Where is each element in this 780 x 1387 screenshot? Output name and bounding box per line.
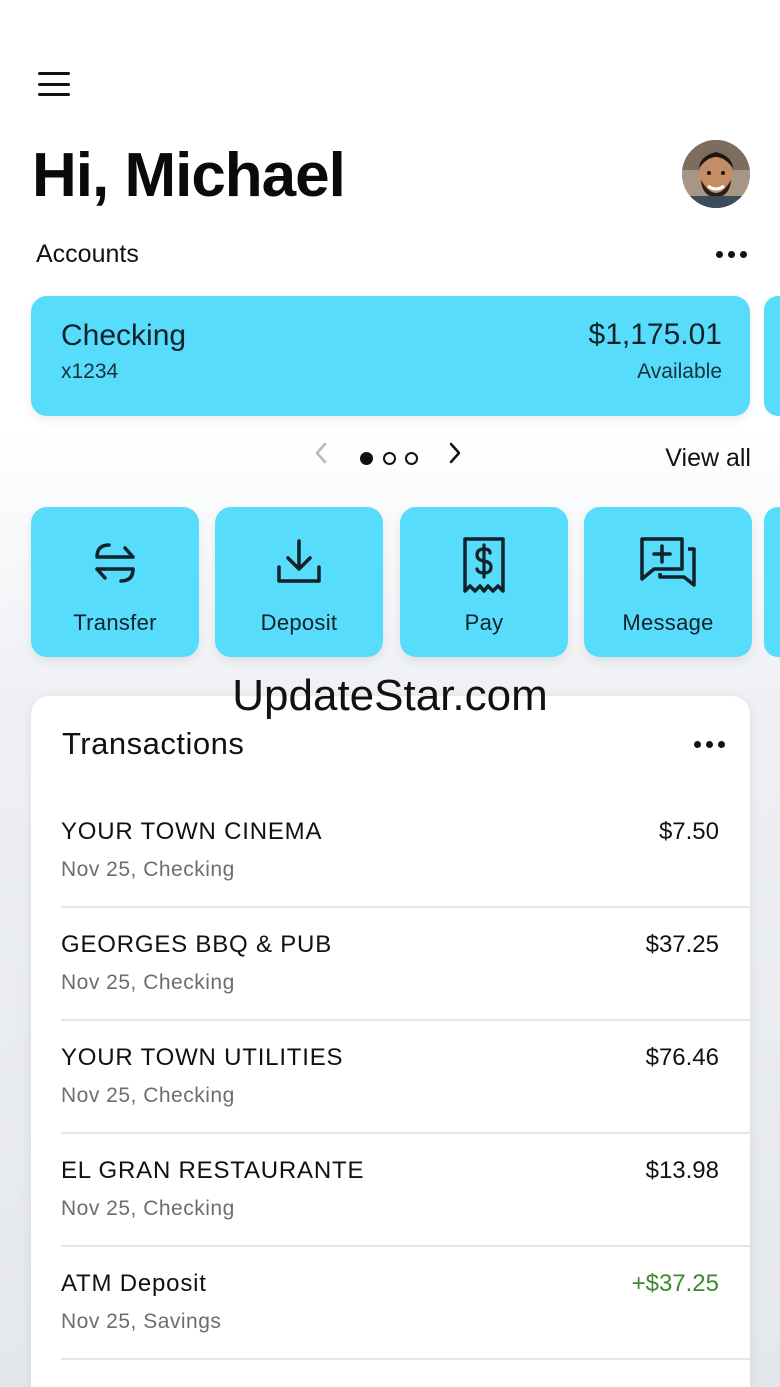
transaction-merchant: YOUR TOWN UTILITIES	[61, 1044, 344, 1071]
transaction-meta: Nov 25, Checking	[61, 1084, 235, 1107]
transaction-amount: $37.25	[645, 931, 719, 958]
dollar-receipt-icon	[463, 537, 505, 593]
accounts-label: Accounts	[36, 240, 139, 268]
chevron-left-icon[interactable]	[312, 440, 330, 473]
transaction-meta: Nov 25, Checking	[61, 1197, 235, 1220]
transactions-card: Transactions YOUR TOWN CINEMA Nov 25, Ch…	[31, 696, 750, 1387]
transaction-row[interactable]: EL GRAN RESTAURANTE Nov 25, Checking $13…	[61, 1134, 750, 1247]
download-tray-icon	[277, 539, 321, 583]
account-balance: $1,175.01	[588, 318, 722, 351]
pager-dot[interactable]	[405, 452, 418, 465]
transaction-merchant: EL GRAN RESTAURANTE	[61, 1157, 365, 1184]
account-balance-label: Available	[637, 360, 722, 383]
transaction-amount: $76.46	[645, 1044, 719, 1071]
pager-dot-active[interactable]	[360, 452, 373, 465]
greeting-title: Hi, Michael	[32, 141, 346, 210]
transaction-meta: Nov 25, Savings	[61, 1310, 222, 1333]
avatar[interactable]	[682, 140, 750, 208]
transaction-meta: Nov 25, Checking	[61, 971, 235, 994]
transaction-amount: $13.98	[645, 1157, 719, 1184]
watermark-text: UpdateStar.com	[232, 671, 548, 720]
transaction-row[interactable]: ATM Deposit Nov 25, Savings +$37.25	[61, 1247, 750, 1360]
transaction-row[interactable]: GEORGES BBQ & PUB Nov 25, Checking $37.2…	[61, 908, 750, 1021]
transactions-more-icon[interactable]	[694, 741, 725, 748]
pay-label: Pay	[464, 610, 504, 635]
view-all-link[interactable]: View all	[665, 444, 751, 473]
pay-button[interactable]: Pay	[400, 507, 568, 657]
message-button[interactable]: Message	[584, 507, 752, 657]
account-card-checking[interactable]: Checking x1234 $1,175.01 Available	[31, 296, 750, 416]
transaction-merchant: GEORGES BBQ & PUB	[61, 931, 333, 958]
transaction-amount-credit: +$37.25	[631, 1270, 719, 1297]
transaction-row[interactable]: YOUR TOWN CINEMA Nov 25, Checking $7.50	[61, 795, 750, 908]
pager-dot[interactable]	[383, 452, 396, 465]
transactions-title: Transactions	[62, 726, 245, 761]
transfer-label: Transfer	[73, 610, 157, 635]
transaction-amount: $7.50	[658, 818, 719, 845]
accounts-more-icon[interactable]	[716, 251, 747, 258]
account-pager	[312, 442, 472, 472]
menu-icon[interactable]	[38, 72, 70, 96]
transaction-merchant: YOUR TOWN CINEMA	[61, 818, 323, 845]
message-label: Message	[622, 610, 714, 635]
transaction-meta: Nov 25, Checking	[61, 858, 235, 881]
transfer-arrows-icon	[95, 543, 135, 583]
deposit-button[interactable]: Deposit	[215, 507, 383, 657]
transaction-merchant: ATM Deposit	[61, 1270, 207, 1297]
transaction-row[interactable]: YOUR TOWN UTILITIES Nov 25, Checking $76…	[61, 1021, 750, 1134]
next-action-button[interactable]	[764, 507, 780, 657]
account-number: x1234	[61, 360, 119, 383]
account-name: Checking	[61, 319, 187, 352]
next-account-card[interactable]	[764, 296, 780, 416]
chevron-right-icon[interactable]	[446, 440, 464, 473]
deposit-label: Deposit	[260, 610, 338, 635]
message-plus-icon	[640, 537, 696, 587]
transfer-button[interactable]: Transfer	[31, 507, 199, 657]
